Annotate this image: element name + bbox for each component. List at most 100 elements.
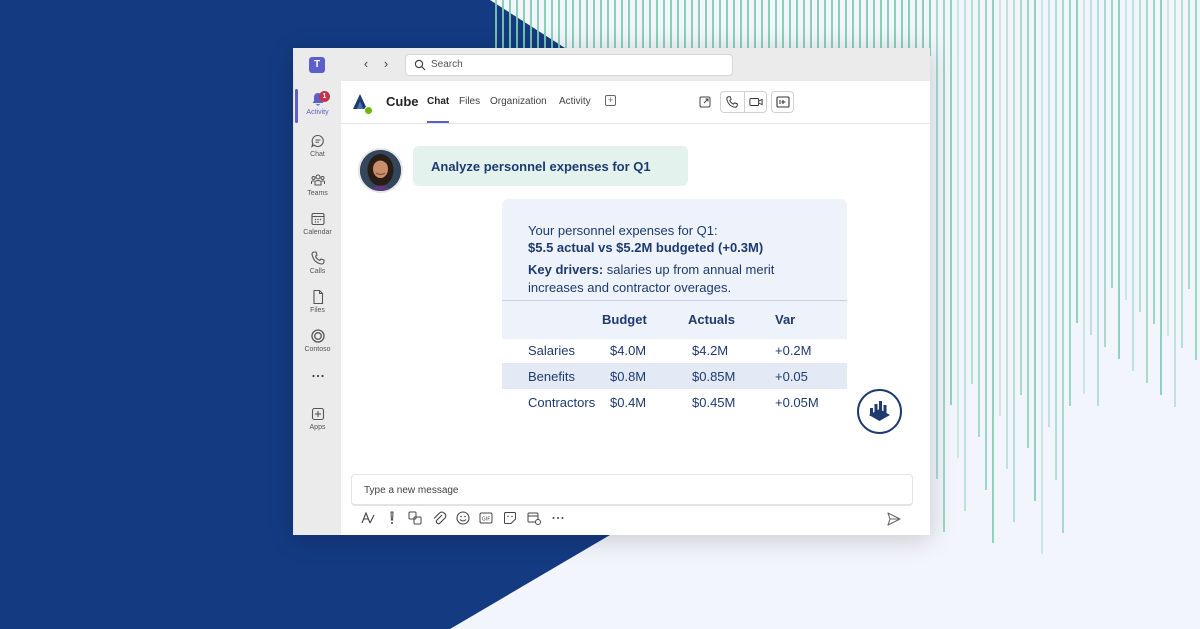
user-message-text: Analyze personnel expenses for Q1	[431, 159, 651, 174]
background-stripe	[1132, 0, 1134, 371]
search-placeholder: Search	[431, 59, 463, 70]
background-stripe	[901, 0, 903, 52]
table-header-actuals: Actuals	[688, 312, 735, 327]
forward-arrow-icon[interactable]: ›	[378, 56, 394, 72]
rail-item-activity[interactable]: 1 Activity	[294, 91, 341, 127]
table-row: Salaries $4.0M $4.2M +0.2M	[502, 337, 847, 363]
background-stripe	[992, 0, 994, 543]
background-stripe	[1104, 0, 1106, 347]
rail-label-files: Files	[310, 307, 325, 314]
background-stripe	[523, 0, 525, 52]
teams-logo-icon: T	[309, 57, 325, 73]
background-stripe	[502, 0, 504, 49]
emoji-icon[interactable]	[455, 510, 471, 526]
background-stripe	[957, 0, 959, 458]
background-stripe	[796, 0, 798, 55]
cube-logo-icon	[869, 401, 890, 421]
tab-files[interactable]: Files	[459, 96, 480, 107]
bot-avatar	[857, 389, 902, 434]
tab-activity[interactable]: Activity	[559, 96, 591, 107]
message-compose-box[interactable]: Type a new message	[351, 474, 913, 506]
background-stripe	[1006, 0, 1008, 469]
attach-icon[interactable]	[431, 510, 447, 526]
rail-item-more[interactable]	[294, 371, 341, 407]
call-group-divider	[744, 92, 745, 112]
rail-label-activity: Activity	[306, 109, 329, 116]
rail-item-apps[interactable]: Apps	[294, 406, 341, 442]
tab-chat[interactable]: Chat	[427, 96, 449, 107]
tab-organization[interactable]: Organization	[490, 96, 547, 107]
background-stripe	[1195, 0, 1197, 360]
background-stripe	[789, 0, 791, 54]
background-stripe	[754, 0, 756, 49]
priority-icon[interactable]	[384, 510, 400, 526]
background-stripe	[544, 0, 546, 55]
pop-out-icon[interactable]	[694, 92, 716, 112]
background-stripe	[1013, 0, 1015, 522]
chat-title: Cube	[386, 94, 419, 109]
background-stripe	[887, 0, 889, 50]
format-icon[interactable]	[360, 510, 376, 526]
title-bar: T ‹ › Search	[294, 48, 930, 81]
background-stripe	[1055, 0, 1057, 480]
rail-label-teams: Teams	[307, 190, 328, 197]
table-cell: Salaries	[528, 343, 575, 358]
send-icon[interactable]	[886, 511, 902, 527]
background-stripe	[943, 0, 945, 532]
table-header-var: Var	[775, 312, 796, 327]
video-call-icon[interactable]	[749, 96, 763, 108]
add-tab-icon[interactable]: +	[605, 95, 616, 106]
background-stripe	[1034, 0, 1036, 501]
file-icon	[312, 289, 323, 305]
background-stripe	[915, 0, 917, 54]
background-stripe	[1125, 0, 1127, 300]
share-screen-icon	[776, 96, 790, 108]
background-stripe	[635, 0, 637, 50]
teams-window: T ‹ › Search 1 Activity Chat Teams Calen…	[294, 48, 930, 535]
background-stripe	[530, 0, 532, 53]
loop-component-icon[interactable]	[407, 510, 423, 526]
background-stripe	[516, 0, 518, 51]
background-stripe	[971, 0, 973, 384]
rail-item-calendar[interactable]: Calendar	[294, 211, 341, 247]
background-stripe	[761, 0, 763, 50]
background-stripe	[509, 0, 511, 50]
rail-item-calls[interactable]: Calls	[294, 250, 341, 286]
background-stripe	[1139, 0, 1141, 312]
background-stripe	[663, 0, 665, 54]
audio-call-icon[interactable]	[725, 95, 739, 109]
table-cell: +0.05	[775, 369, 808, 384]
table-cell: Benefits	[528, 369, 575, 384]
background-stripe	[950, 0, 952, 405]
background-stripe	[1188, 0, 1190, 289]
rail-item-teams[interactable]: Teams	[294, 172, 341, 208]
contoso-icon	[310, 329, 325, 343]
share-screen-button[interactable]	[771, 91, 794, 113]
background-stripe	[775, 0, 777, 52]
rail-item-contoso[interactable]: Contoso	[294, 328, 341, 364]
search-input[interactable]: Search	[405, 54, 733, 76]
background-stripe	[1174, 0, 1176, 407]
background-stripe	[768, 0, 770, 51]
background-stripe	[936, 0, 938, 479]
rail-item-files[interactable]: Files	[294, 289, 341, 325]
rail-item-chat[interactable]: Chat	[294, 133, 341, 169]
table-header-budget: Budget	[602, 312, 647, 327]
back-arrow-icon[interactable]: ‹	[358, 56, 374, 72]
background-stripe	[1097, 0, 1099, 406]
chat-icon	[310, 134, 324, 148]
sticker-icon[interactable]	[502, 510, 518, 526]
background-stripe	[537, 0, 539, 54]
phone-icon	[310, 251, 325, 265]
background-stripe	[642, 0, 644, 51]
more-options-icon[interactable]	[550, 510, 566, 526]
bot-key-drivers: Key drivers: salaries up from annual mer…	[528, 261, 818, 297]
rail-label-contoso: Contoso	[304, 346, 331, 353]
schedule-meeting-icon[interactable]	[526, 510, 542, 526]
gif-icon[interactable]: GIF	[478, 510, 494, 526]
teams-icon	[310, 174, 325, 186]
table-row: Contractors $0.4M $0.45M +0.05M	[502, 389, 847, 415]
background-stripe	[880, 0, 882, 49]
background-stripe	[495, 0, 497, 48]
card-divider	[502, 300, 847, 301]
